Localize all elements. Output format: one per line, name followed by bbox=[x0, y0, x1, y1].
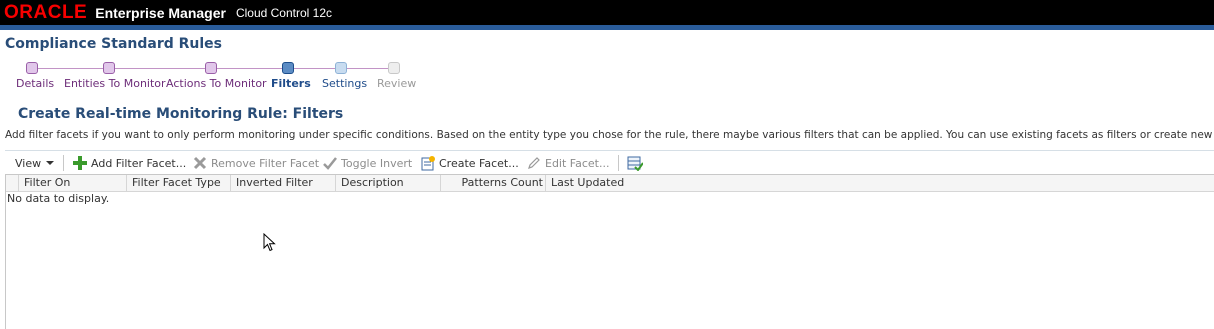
instructions-text: Add filter facets if you want to only pe… bbox=[5, 129, 1214, 141]
edit-facet-button[interactable]: Edit Facet... bbox=[526, 151, 609, 175]
table-toolbar: View Add Filter Facet... Remove Filter F… bbox=[5, 150, 1214, 175]
dropdown-arrow-icon bbox=[46, 161, 55, 165]
train-stop-filters bbox=[282, 62, 294, 74]
banner-stripe bbox=[0, 25, 1214, 30]
remove-filter-facet-label: Remove Filter Facet bbox=[211, 156, 320, 170]
mouse-cursor-icon bbox=[263, 233, 276, 252]
train-step-actions-to-monitor[interactable]: Actions To Monitor bbox=[166, 77, 267, 90]
toolbar-separator bbox=[63, 155, 64, 171]
brand: ORACLE Enterprise Manager Cloud Control … bbox=[4, 0, 332, 25]
checkmark-icon bbox=[323, 157, 337, 170]
top-banner: ORACLE Enterprise Manager Cloud Control … bbox=[0, 0, 1214, 25]
train-step-settings[interactable]: Settings bbox=[322, 77, 367, 90]
export-table-icon bbox=[627, 156, 643, 171]
add-icon bbox=[73, 156, 87, 170]
pencil-icon bbox=[528, 157, 540, 169]
table-header: Filter On Filter Facet Type Inverted Fil… bbox=[6, 175, 1214, 192]
product-name: Enterprise Manager bbox=[95, 4, 226, 21]
export-button[interactable] bbox=[627, 151, 646, 175]
view-menu[interactable]: View bbox=[15, 151, 55, 175]
section-heading: Create Real-time Monitoring Rule: Filter… bbox=[18, 106, 344, 122]
add-filter-facet-label: Add Filter Facet... bbox=[91, 156, 187, 170]
train-step-filters: Filters bbox=[271, 77, 311, 90]
column-header-patterns-count[interactable]: Patterns Count bbox=[441, 175, 546, 191]
toolbar-separator bbox=[618, 155, 619, 171]
train-stop-review bbox=[388, 62, 400, 74]
wizard-train: Details Entities To Monitor Actions To M… bbox=[0, 60, 480, 94]
toggle-invert-button[interactable]: Toggle Invert bbox=[322, 151, 412, 175]
toggle-invert-label: Toggle Invert bbox=[341, 156, 413, 170]
product-subtitle: Cloud Control 12c bbox=[235, 5, 333, 20]
remove-x-icon bbox=[193, 156, 207, 170]
remove-filter-facet-button[interactable]: Remove Filter Facet bbox=[192, 151, 319, 175]
row-selector-header bbox=[6, 175, 19, 191]
train-stop-actions[interactable] bbox=[205, 62, 217, 74]
train-stop-entities[interactable] bbox=[103, 62, 115, 74]
oracle-logo: ORACLE bbox=[4, 1, 88, 23]
page-title: Compliance Standard Rules bbox=[5, 36, 223, 52]
train-stop-details[interactable] bbox=[26, 62, 38, 74]
column-header-last-updated[interactable]: Last Updated bbox=[546, 175, 1214, 191]
train-step-review: Review bbox=[377, 77, 417, 90]
column-header-description[interactable]: Description bbox=[336, 175, 441, 191]
add-filter-facet-button[interactable]: Add Filter Facet... bbox=[72, 151, 186, 175]
create-facet-icon bbox=[421, 156, 435, 171]
create-facet-button[interactable]: Create Facet... bbox=[420, 151, 519, 175]
train-stop-settings[interactable] bbox=[335, 62, 347, 74]
column-header-filter-on[interactable]: Filter On bbox=[19, 175, 127, 191]
column-header-filter-facet-type[interactable]: Filter Facet Type bbox=[127, 175, 231, 191]
filters-table: Filter On Filter Facet Type Inverted Fil… bbox=[5, 174, 1214, 329]
train-step-details[interactable]: Details bbox=[16, 77, 54, 90]
view-label: View bbox=[15, 156, 42, 170]
create-facet-label: Create Facet... bbox=[439, 156, 519, 170]
train-step-entities-to-monitor[interactable]: Entities To Monitor bbox=[64, 77, 166, 90]
edit-facet-label: Edit Facet... bbox=[545, 156, 610, 170]
empty-table-message: No data to display. bbox=[7, 192, 110, 205]
column-header-inverted-filter[interactable]: Inverted Filter bbox=[231, 175, 336, 191]
